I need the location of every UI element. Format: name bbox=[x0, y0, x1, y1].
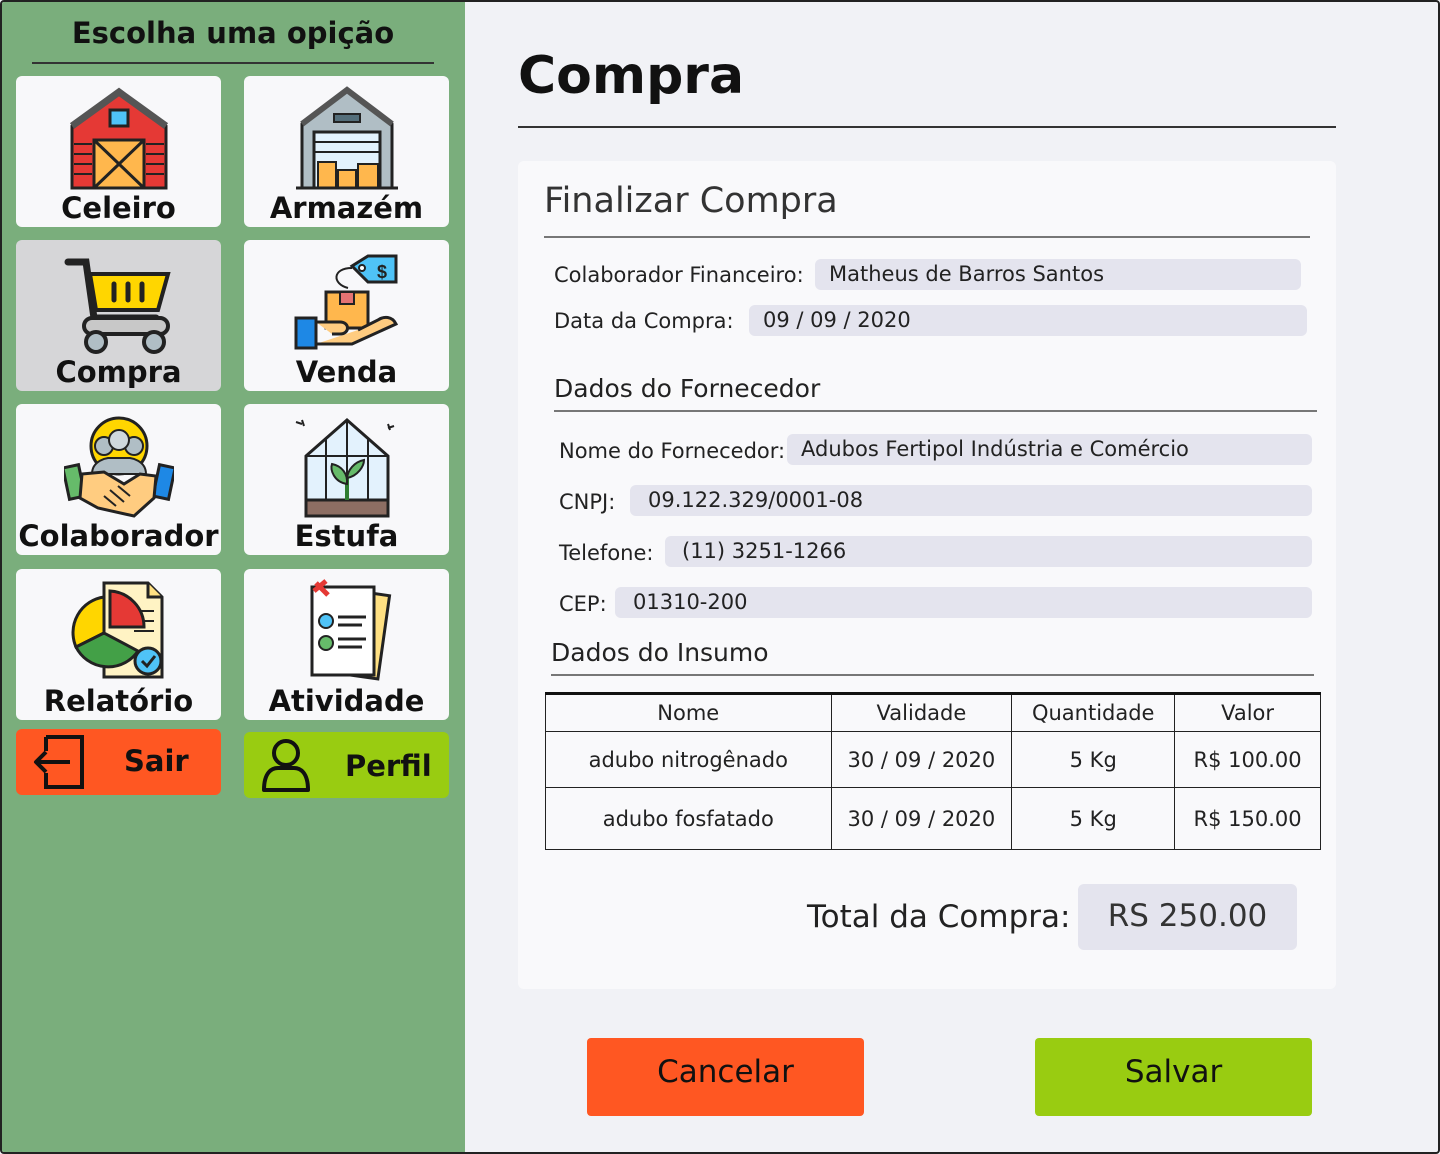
collaborator-label: Colaborador Financeiro: bbox=[554, 263, 804, 287]
column-header-validade: Validade bbox=[830, 692, 1013, 732]
total-label: Total da Compra: bbox=[807, 899, 1071, 935]
sale-box-hand-icon: $ bbox=[294, 254, 398, 350]
page-title: Compra bbox=[518, 46, 745, 106]
cell-valor: R$ 150.00 bbox=[1174, 787, 1321, 850]
purchase-form-card: Finalizar Compra Colaborador Financeiro:… bbox=[518, 161, 1336, 989]
save-button[interactable]: Salvar bbox=[1035, 1038, 1312, 1116]
logout-button[interactable]: Sair bbox=[16, 729, 221, 795]
cell-quantidade: 5 Kg bbox=[1011, 731, 1176, 788]
cancel-button[interactable]: Cancelar bbox=[587, 1038, 864, 1116]
items-section-title: Dados do Insumo bbox=[551, 638, 769, 667]
supplier-name-label: Nome do Fornecedor: bbox=[559, 439, 786, 463]
items-table-header: Nome Validade Quantidade Valor bbox=[545, 692, 1321, 732]
app-window: Escolha uma opição Celeiro Armazém Compr… bbox=[0, 0, 1440, 1154]
cep-field[interactable]: 01310-200 bbox=[615, 587, 1312, 618]
items-table: Nome Validade Quantidade Valor adubo nit… bbox=[545, 692, 1321, 850]
items-section-divider bbox=[551, 674, 1314, 676]
supplier-name-field[interactable]: Adubos Fertipol Indústria e Comércio bbox=[787, 434, 1312, 465]
phone-label: Telefone: bbox=[559, 541, 654, 565]
form-title-divider bbox=[544, 236, 1310, 238]
cell-valor: R$ 100.00 bbox=[1174, 731, 1321, 788]
cnpj-label: CNPJ: bbox=[559, 490, 616, 514]
tile-label-armazem: Armazém bbox=[269, 191, 424, 225]
menu-tile-celeiro[interactable]: Celeiro bbox=[16, 76, 221, 227]
tile-label-celeiro: Celeiro bbox=[61, 191, 176, 225]
logout-label: Sair bbox=[124, 744, 189, 778]
sidebar-divider bbox=[32, 62, 434, 64]
phone-field[interactable]: (11) 3251-1266 bbox=[665, 536, 1312, 567]
report-pie-chart-icon bbox=[71, 581, 163, 679]
profile-button[interactable]: Perfil bbox=[244, 732, 449, 798]
column-header-nome: Nome bbox=[545, 692, 832, 732]
tile-label-estufa: Estufa bbox=[294, 519, 399, 553]
cell-validade: 30 / 09 / 2020 bbox=[830, 731, 1013, 788]
menu-tile-armazem[interactable]: Armazém bbox=[244, 76, 449, 227]
cep-label: CEP: bbox=[559, 592, 607, 616]
cell-quantidade: 5 Kg bbox=[1011, 787, 1176, 850]
checklist-icon bbox=[310, 579, 391, 681]
menu-tile-estufa[interactable]: Estufa bbox=[244, 404, 449, 555]
cell-nome: adubo nitrogênado bbox=[545, 731, 832, 788]
menu-tile-venda[interactable]: $ Venda bbox=[244, 240, 449, 391]
logout-icon bbox=[34, 735, 84, 789]
total-value: RS 250.00 bbox=[1078, 884, 1297, 950]
menu-tile-colaborador[interactable]: Colaborador bbox=[16, 404, 221, 555]
cnpj-field[interactable]: 09.122.329/0001-08 bbox=[630, 485, 1312, 516]
tile-label-atividade: Atividade bbox=[268, 684, 425, 718]
sidebar-title: Escolha uma opição bbox=[71, 16, 395, 50]
svg-text:$: $ bbox=[376, 262, 386, 282]
warehouse-icon bbox=[295, 86, 398, 190]
greenhouse-icon bbox=[295, 418, 394, 518]
table-row[interactable]: adubo fosfatado 30 / 09 / 2020 5 Kg R$ 1… bbox=[545, 787, 1321, 850]
form-title: Finalizar Compra bbox=[544, 181, 838, 221]
page-title-divider bbox=[518, 126, 1336, 128]
cart-icon bbox=[64, 258, 171, 354]
column-header-quantidade: Quantidade bbox=[1011, 692, 1176, 732]
supplier-section-title: Dados do Fornecedor bbox=[554, 374, 821, 403]
tile-label-compra: Compra bbox=[55, 355, 182, 389]
handshake-team-icon bbox=[63, 416, 174, 518]
profile-label: Perfil bbox=[345, 749, 432, 783]
tile-label-venda: Venda bbox=[295, 355, 398, 389]
sidebar: Escolha uma opição Celeiro Armazém Compr… bbox=[2, 2, 465, 1152]
table-row[interactable]: adubo nitrogênado 30 / 09 / 2020 5 Kg R$… bbox=[545, 731, 1321, 788]
collaborator-field[interactable]: Matheus de Barros Santos bbox=[815, 259, 1301, 290]
purchase-date-field[interactable]: 09 / 09 / 2020 bbox=[749, 305, 1307, 336]
cell-validade: 30 / 09 / 2020 bbox=[830, 787, 1013, 850]
menu-tile-atividade[interactable]: Atividade bbox=[244, 569, 449, 720]
menu-tile-relatorio[interactable]: Relatório bbox=[16, 569, 221, 720]
cell-nome: adubo fosfatado bbox=[545, 787, 832, 850]
tile-label-relatorio: Relatório bbox=[43, 684, 194, 718]
user-icon bbox=[262, 739, 310, 792]
tile-label-colaborador: Colaborador bbox=[18, 519, 219, 553]
barn-icon bbox=[69, 87, 168, 190]
column-header-valor: Valor bbox=[1174, 692, 1321, 732]
supplier-section-divider bbox=[554, 410, 1317, 412]
purchase-date-label: Data da Compra: bbox=[554, 309, 734, 333]
menu-tile-compra[interactable]: Compra bbox=[16, 240, 221, 391]
